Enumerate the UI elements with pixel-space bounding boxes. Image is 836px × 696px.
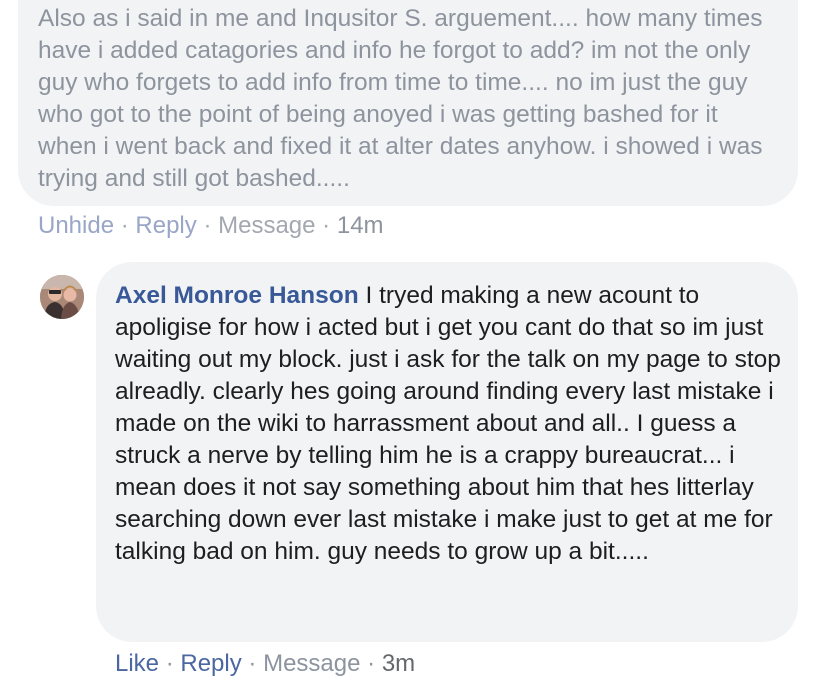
like-link[interactable]: Like xyxy=(115,650,159,677)
comment-text: I tryed making a new acount to apoligise… xyxy=(115,282,781,565)
timestamp[interactable]: 3m xyxy=(382,650,415,677)
comment-actions: Unhide · Reply · Message · 14m xyxy=(38,212,384,240)
unhide-link[interactable]: Unhide xyxy=(38,212,114,239)
timestamp[interactable]: 14m xyxy=(337,212,384,239)
reply-link[interactable]: Reply xyxy=(180,650,241,677)
comment-bubble: Axel Monroe Hanson I tryed making a new … xyxy=(96,262,798,642)
comment-author-link[interactable]: Axel Monroe Hanson xyxy=(115,282,359,309)
separator: · xyxy=(165,650,174,677)
comment-actions: Like · Reply · Message · 3m xyxy=(115,650,415,678)
comment-text: Also as i said in me and Inqusitor S. ar… xyxy=(38,5,763,192)
avatar[interactable] xyxy=(40,275,84,319)
message-link[interactable]: Message xyxy=(218,212,315,239)
separator: · xyxy=(367,650,376,677)
separator: · xyxy=(248,650,257,677)
reply-link[interactable]: Reply xyxy=(135,212,196,239)
separator: · xyxy=(322,212,331,239)
separator: · xyxy=(203,212,212,239)
separator: · xyxy=(120,212,129,239)
comment-bubble-hidden: Also as i said in me and Inqusitor S. ar… xyxy=(18,0,798,206)
message-link[interactable]: Message xyxy=(263,650,360,677)
comment-body: Axel Monroe Hanson I tryed making a new … xyxy=(115,280,785,568)
avatar-photo-icon xyxy=(40,275,84,319)
